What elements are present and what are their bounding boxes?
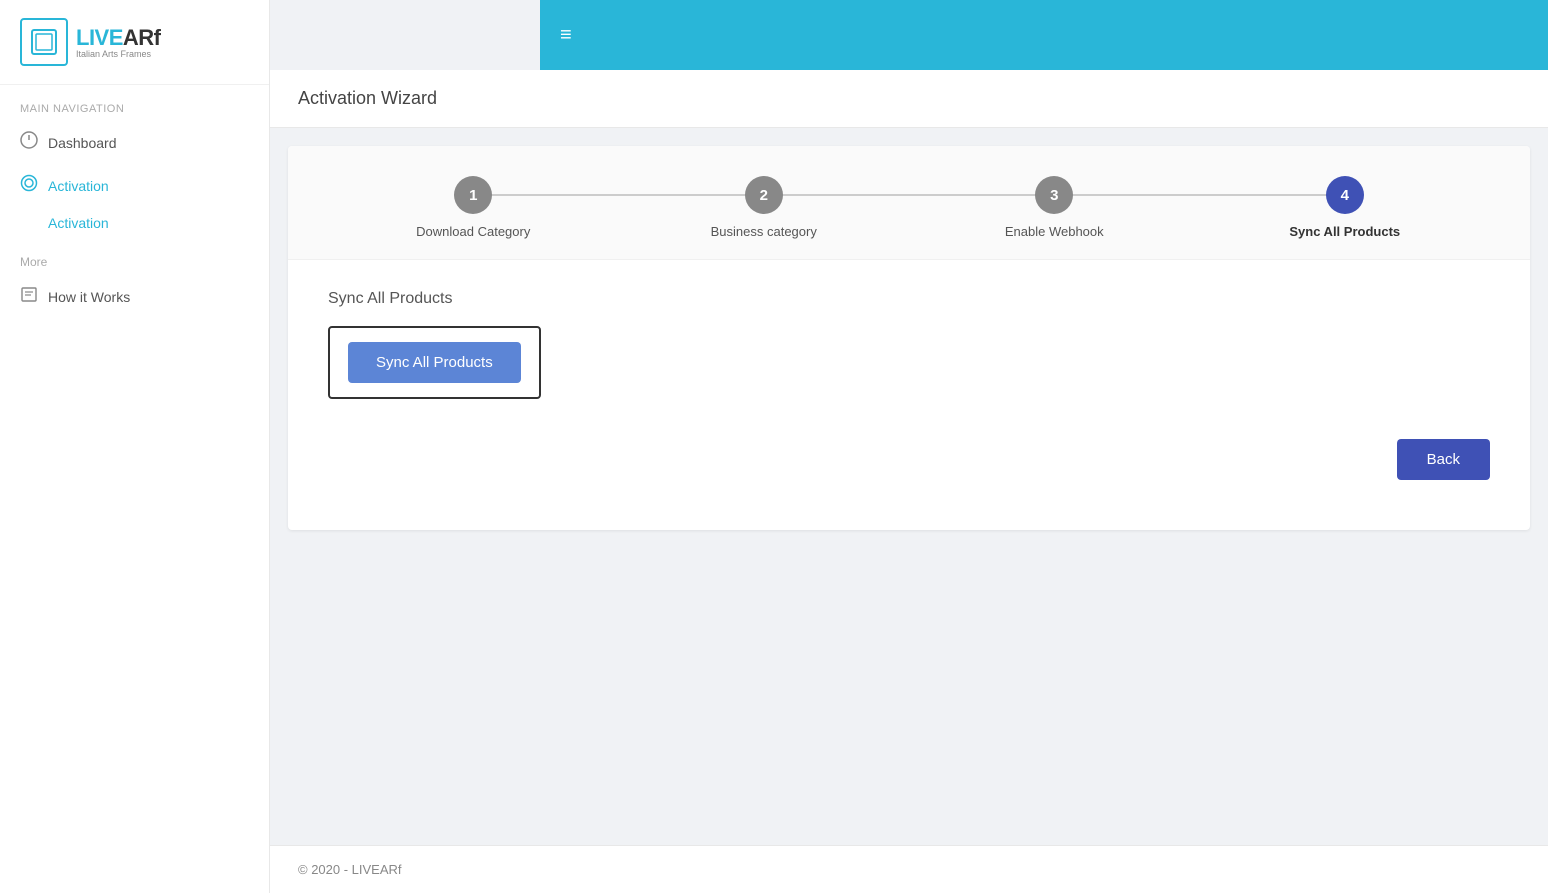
content-area: Activation Wizard 1 Download Category 2 … bbox=[270, 70, 1548, 893]
step-2-circle: 2 bbox=[745, 176, 783, 214]
sidebar-item-activation[interactable]: Activation bbox=[0, 164, 269, 207]
footer-text: © 2020 - LIVEARf bbox=[298, 862, 402, 877]
page-footer: © 2020 - LIVEARf bbox=[270, 845, 1548, 893]
sync-section-title: Sync All Products bbox=[328, 290, 1490, 308]
step-4-label: Sync All Products bbox=[1289, 224, 1400, 239]
sidebar-activation-label: Activation bbox=[48, 178, 109, 194]
step-1-label: Download Category bbox=[416, 224, 530, 239]
sync-box: Sync All Products bbox=[328, 326, 541, 399]
dashboard-icon bbox=[20, 131, 38, 154]
step-3-label: Enable Webhook bbox=[1005, 224, 1104, 239]
sidebar-sub-activation[interactable]: Activation bbox=[0, 207, 269, 239]
sidebar-item-how-it-works[interactable]: How it Works bbox=[0, 275, 269, 318]
sidebar: LIVEARf Italian Arts Frames Main Navigat… bbox=[0, 0, 270, 893]
hamburger-icon[interactable]: ≡ bbox=[560, 24, 572, 47]
step-3: 3 Enable Webhook bbox=[909, 176, 1200, 239]
top-bar: ≡ bbox=[540, 0, 1548, 70]
step-2: 2 Business category bbox=[619, 176, 910, 239]
how-it-works-label: How it Works bbox=[48, 289, 130, 305]
wizard-card: 1 Download Category 2 Business category … bbox=[288, 146, 1530, 530]
how-it-works-icon bbox=[20, 285, 38, 308]
sidebar-item-dashboard[interactable]: Dashboard bbox=[0, 121, 269, 164]
step-4-circle: 4 bbox=[1326, 176, 1364, 214]
logo-icon bbox=[20, 18, 68, 66]
step-2-label: Business category bbox=[711, 224, 817, 239]
brand-tagline: Italian Arts Frames bbox=[76, 49, 161, 59]
steps-row: 1 Download Category 2 Business category … bbox=[288, 146, 1530, 260]
wizard-body: Sync All Products Sync All Products bbox=[288, 260, 1530, 429]
logo-area: LIVEARf Italian Arts Frames bbox=[0, 0, 269, 85]
step-4: 4 Sync All Products bbox=[1200, 176, 1491, 239]
more-section-label: More bbox=[0, 239, 269, 275]
nav-section-label: Main Navigation bbox=[0, 85, 269, 121]
wizard-footer: Back bbox=[288, 429, 1530, 500]
page-header: Activation Wizard bbox=[270, 70, 1548, 128]
sync-all-button[interactable]: Sync All Products bbox=[348, 342, 521, 383]
step-1: 1 Download Category bbox=[328, 176, 619, 239]
activation-icon bbox=[20, 174, 38, 197]
step-3-circle: 3 bbox=[1035, 176, 1073, 214]
page-title: Activation Wizard bbox=[298, 88, 437, 108]
sidebar-dashboard-label: Dashboard bbox=[48, 135, 117, 151]
step-1-circle: 1 bbox=[454, 176, 492, 214]
brand-name: LIVEARf bbox=[76, 25, 161, 51]
back-button[interactable]: Back bbox=[1397, 439, 1490, 480]
